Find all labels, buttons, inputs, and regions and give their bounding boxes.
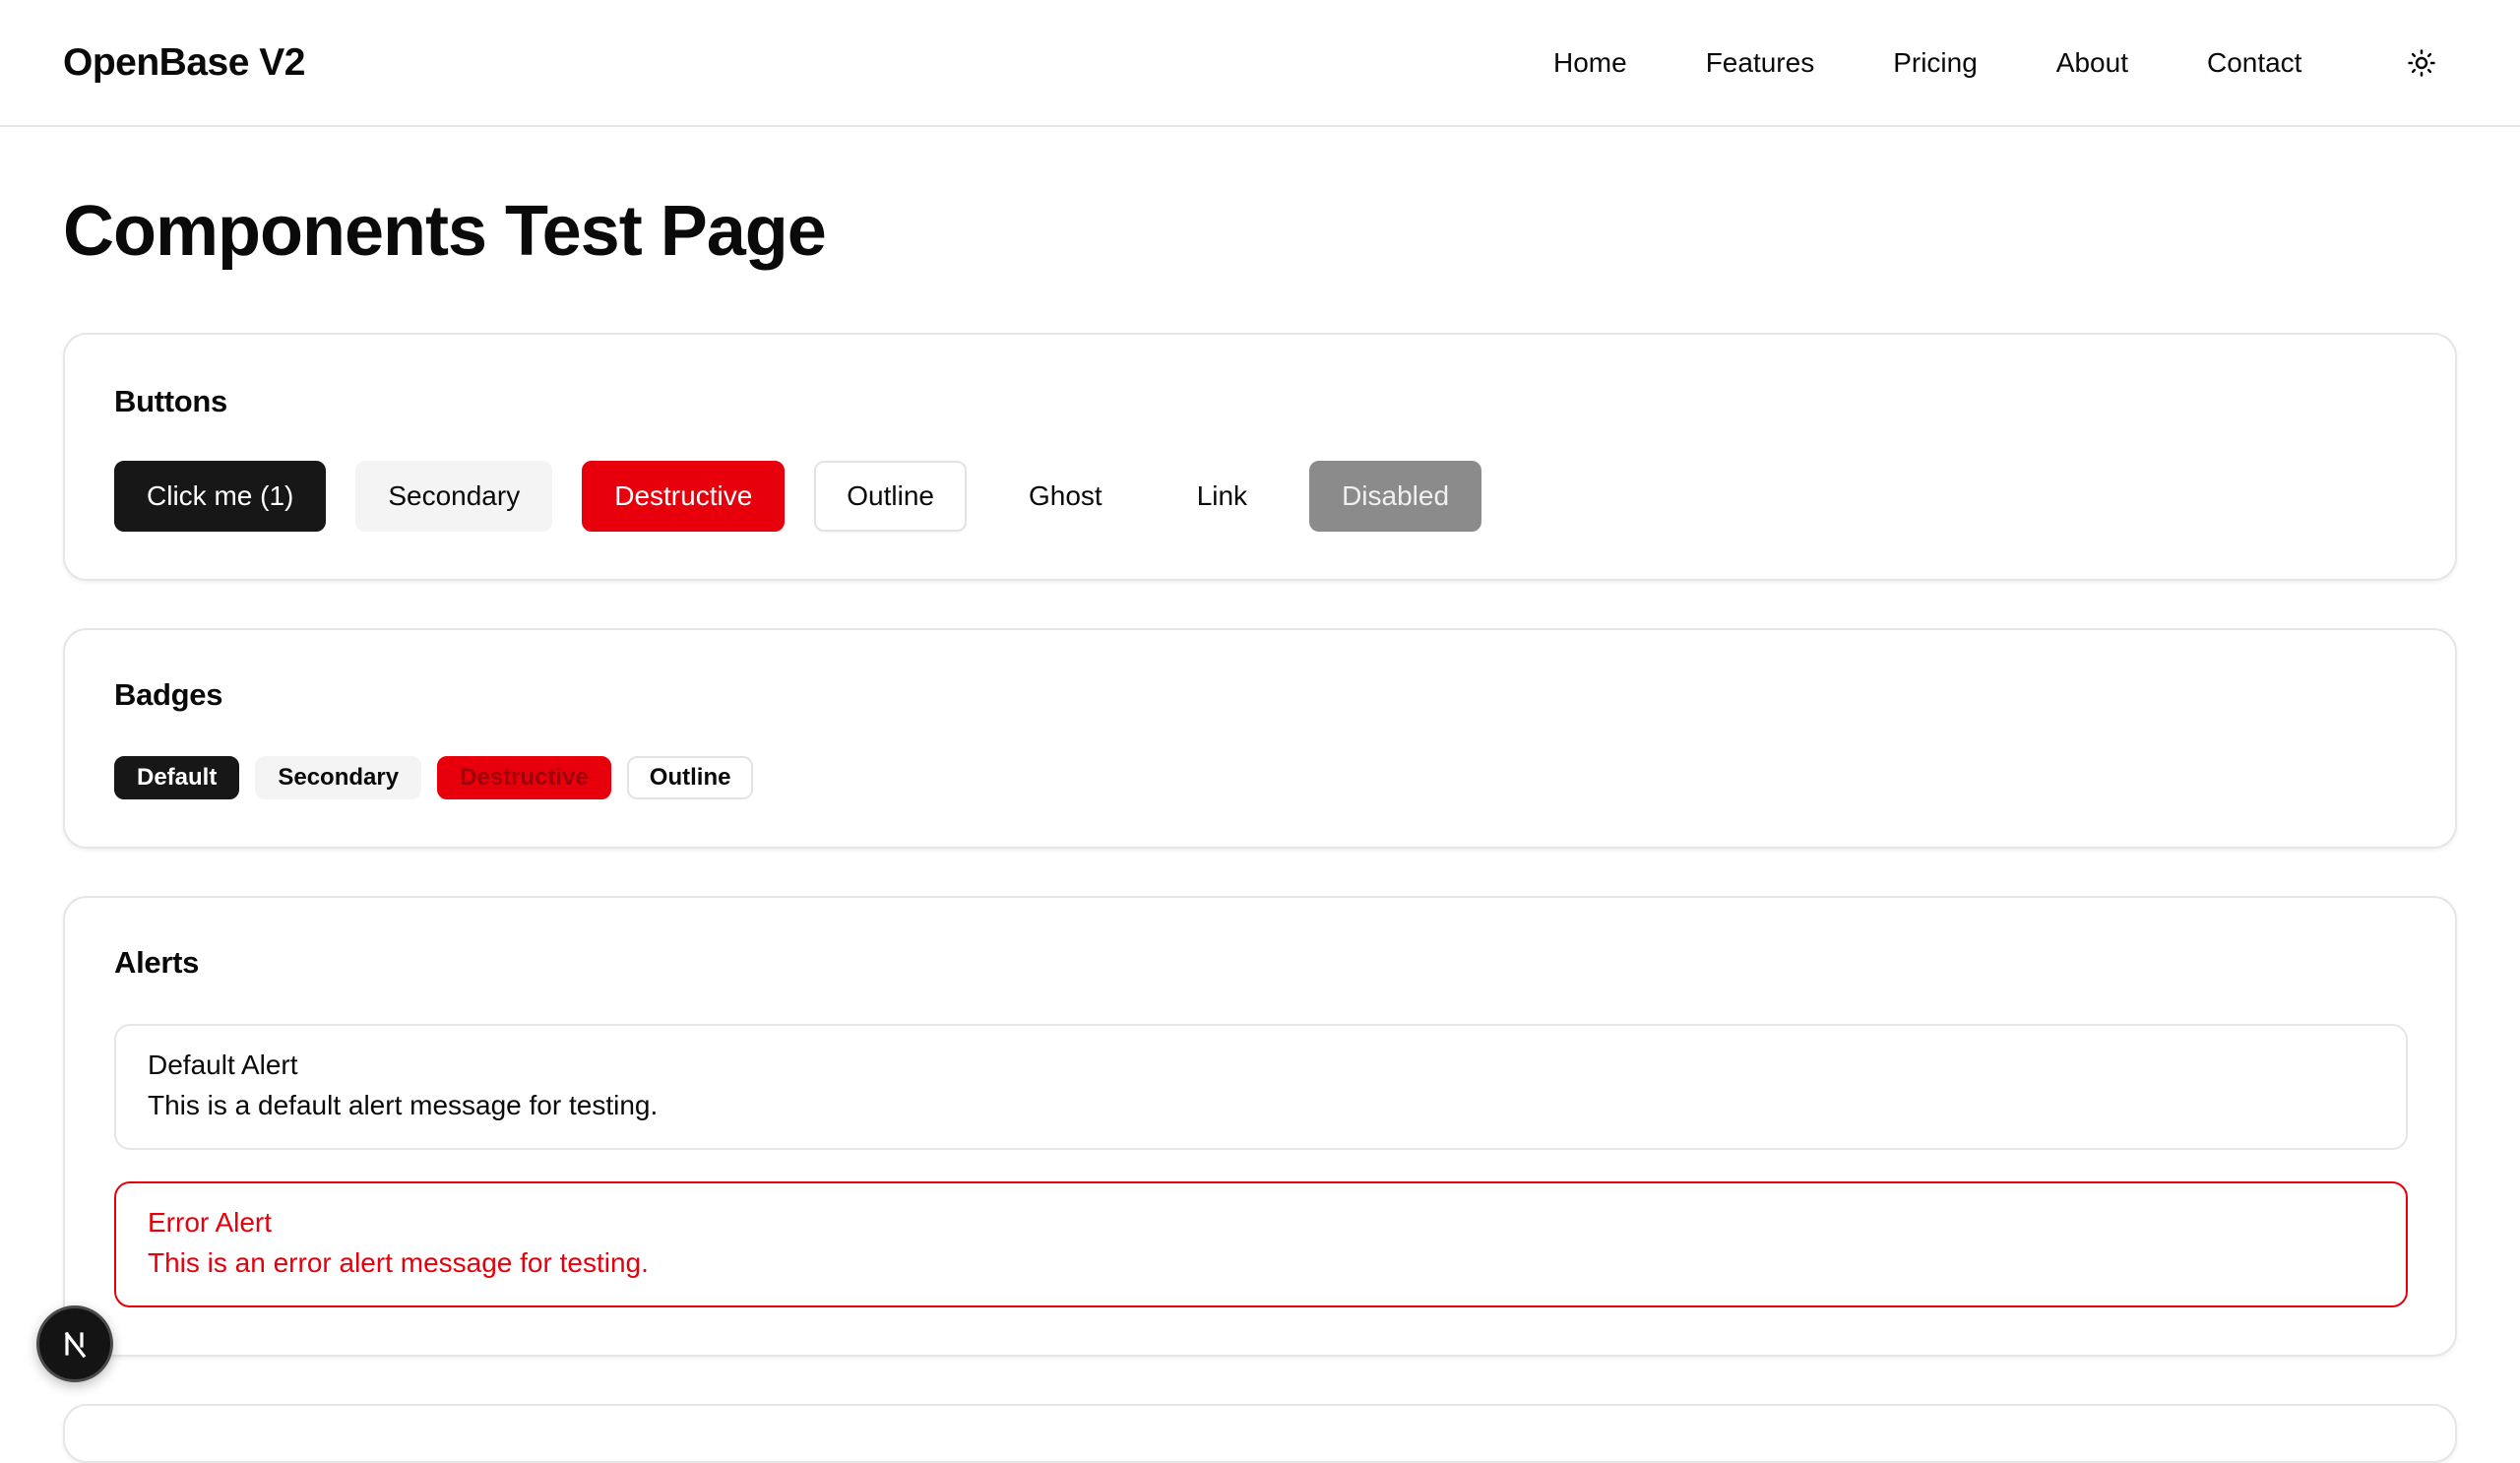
alerts-section-title: Alerts xyxy=(114,945,200,980)
alert-description: This is an error alert message for testi… xyxy=(148,1247,649,1278)
default-alert: Default Alert This is a default alert me… xyxy=(114,1024,2408,1150)
nav-item-contact[interactable]: Contact xyxy=(2207,37,2302,89)
secondary-button[interactable]: Secondary xyxy=(355,461,553,532)
secondary-badge: Secondary xyxy=(255,756,422,799)
disabled-button: Disabled xyxy=(1309,461,1482,532)
destructive-badge: Destructive xyxy=(437,756,611,799)
site-header: OpenBase V2 Home Features Pricing About … xyxy=(0,0,2520,127)
brand-logo[interactable]: OpenBase V2 xyxy=(63,37,305,89)
error-alert: Error Alert This is an error alert messa… xyxy=(114,1181,2408,1307)
click-me-button[interactable]: Click me (1) xyxy=(114,461,327,532)
alert-description: This is a default alert message for test… xyxy=(148,1090,659,1120)
buttons-row: Click me (1) Secondary Destructive Outli… xyxy=(114,461,1511,532)
nav-item-features[interactable]: Features xyxy=(1706,37,1815,89)
buttons-card: Buttons Click me (1) Secondary Destructi… xyxy=(63,333,2457,581)
outline-badge: Outline xyxy=(626,756,754,799)
sun-icon xyxy=(2408,49,2435,77)
alert-title: Error Alert xyxy=(148,1207,273,1238)
outline-button[interactable]: Outline xyxy=(814,461,967,532)
next-card xyxy=(63,1404,2457,1463)
nextjs-icon xyxy=(64,1331,87,1359)
nextjs-dev-badge[interactable] xyxy=(36,1305,113,1382)
badges-row: Default Secondary Destructive Outline xyxy=(114,756,769,799)
buttons-section-title: Buttons xyxy=(114,384,227,418)
default-badge: Default xyxy=(114,756,240,799)
destructive-button[interactable]: Destructive xyxy=(582,461,786,532)
badges-card: Badges Default Secondary Destructive Out… xyxy=(63,628,2457,849)
ghost-button[interactable]: Ghost xyxy=(996,461,1135,532)
nav-item-about[interactable]: About xyxy=(2056,37,2128,89)
badges-section-title: Badges xyxy=(114,677,223,712)
alerts-card: Alerts Default Alert This is a default a… xyxy=(63,896,2457,1357)
theme-toggle-button[interactable] xyxy=(2402,43,2441,83)
nav-item-pricing[interactable]: Pricing xyxy=(1893,37,1978,89)
alert-title: Default Alert xyxy=(148,1050,298,1080)
main-nav: Home Features Pricing About Contact xyxy=(1553,37,2301,89)
page-title: Components Test Page xyxy=(63,192,827,271)
nav-item-home[interactable]: Home xyxy=(1553,37,1627,89)
link-button[interactable]: Link xyxy=(1165,461,1280,532)
